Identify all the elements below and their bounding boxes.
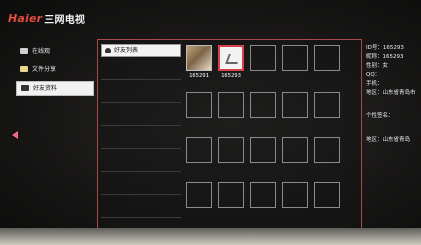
friend-empty-tile[interactable] [218,92,244,118]
friend-id-caption: 165291 [189,73,209,79]
folder-icon [20,66,28,72]
sidebar: 在线观 文件分享 好友资料 [16,45,94,101]
profile-nickname: 昵称：165293 [366,54,404,60]
category-item[interactable] [101,114,181,126]
friend-empty-tile[interactable] [186,182,212,208]
category-item[interactable] [101,183,181,195]
tv-bezel [0,228,421,245]
friend-empty-tile[interactable] [250,182,276,208]
friend-empty-tile[interactable] [250,45,276,71]
friend-id-caption: 165293 [221,73,241,79]
sidebar-item-friend-profile[interactable]: 好友资料 [16,81,94,96]
profile-location: 地区：山东省青岛 [366,137,411,143]
sidebar-item-label: 在线观 [32,48,51,55]
profile-region: 地区：山东省青岛市 [366,90,416,96]
friend-empty-tile[interactable] [314,137,340,163]
sidebar-item-label: 好友资料 [33,85,58,92]
profile-gender: 性别：女 [366,63,389,69]
friend-empty-tile[interactable] [314,92,340,118]
category-item[interactable] [101,91,181,103]
friend-empty-tile[interactable] [186,92,212,118]
friend-empty-tile[interactable] [186,137,212,163]
haier-logo: Haier [8,11,43,25]
heart-icon [105,48,111,53]
friend-empty-tile[interactable] [250,137,276,163]
avatar-placeholder-icon [225,54,241,64]
friend-avatar-tile[interactable] [186,45,212,71]
category-item[interactable] [101,68,181,80]
sidebar-item-file-share[interactable]: 文件分享 [16,63,94,76]
friend-empty-tile[interactable] [218,137,244,163]
friend-avatar-tile-selected[interactable] [218,45,244,71]
friend-empty-tile[interactable] [314,182,340,208]
heart-icon [21,85,29,91]
profile-qq: QQ： [366,72,381,78]
sidebar-item-online[interactable]: 在线观 [16,45,94,58]
profile-id: ID号：165293 [366,45,404,51]
friend-empty-tile[interactable] [250,92,276,118]
profile-signature-label: 个性签名： [366,113,394,119]
friend-empty-tile[interactable] [282,182,308,208]
friend-empty-tile[interactable] [282,45,308,71]
sidebar-item-label: 文件分享 [32,66,57,73]
category-label: 好友列表 [114,47,139,54]
tv-screen: Haier 三网电视 在线观 文件分享 好友资料 好友列表 165291 165… [0,0,421,245]
category-list: 好友列表 [101,44,181,229]
monitor-icon [20,48,28,54]
category-friend-list[interactable]: 好友列表 [101,44,181,57]
friend-empty-tile[interactable] [282,137,308,163]
friends-panel: 好友列表 165291 165293 [97,39,362,230]
category-item[interactable] [101,137,181,149]
app-title: 三网电视 [44,14,86,26]
friend-empty-tile[interactable] [218,182,244,208]
brand-header: Haier 三网电视 [8,10,85,26]
category-item[interactable] [101,206,181,218]
profile-phone: 手机： [366,81,383,87]
left-arrow-icon[interactable] [12,131,18,139]
friend-empty-tile[interactable] [282,92,308,118]
friend-profile-info: ID号：165293 昵称：165293 性别：女 QQ： 手机： 地区：山东省… [366,44,421,145]
friend-empty-tile[interactable] [314,45,340,71]
category-item[interactable] [101,160,181,172]
